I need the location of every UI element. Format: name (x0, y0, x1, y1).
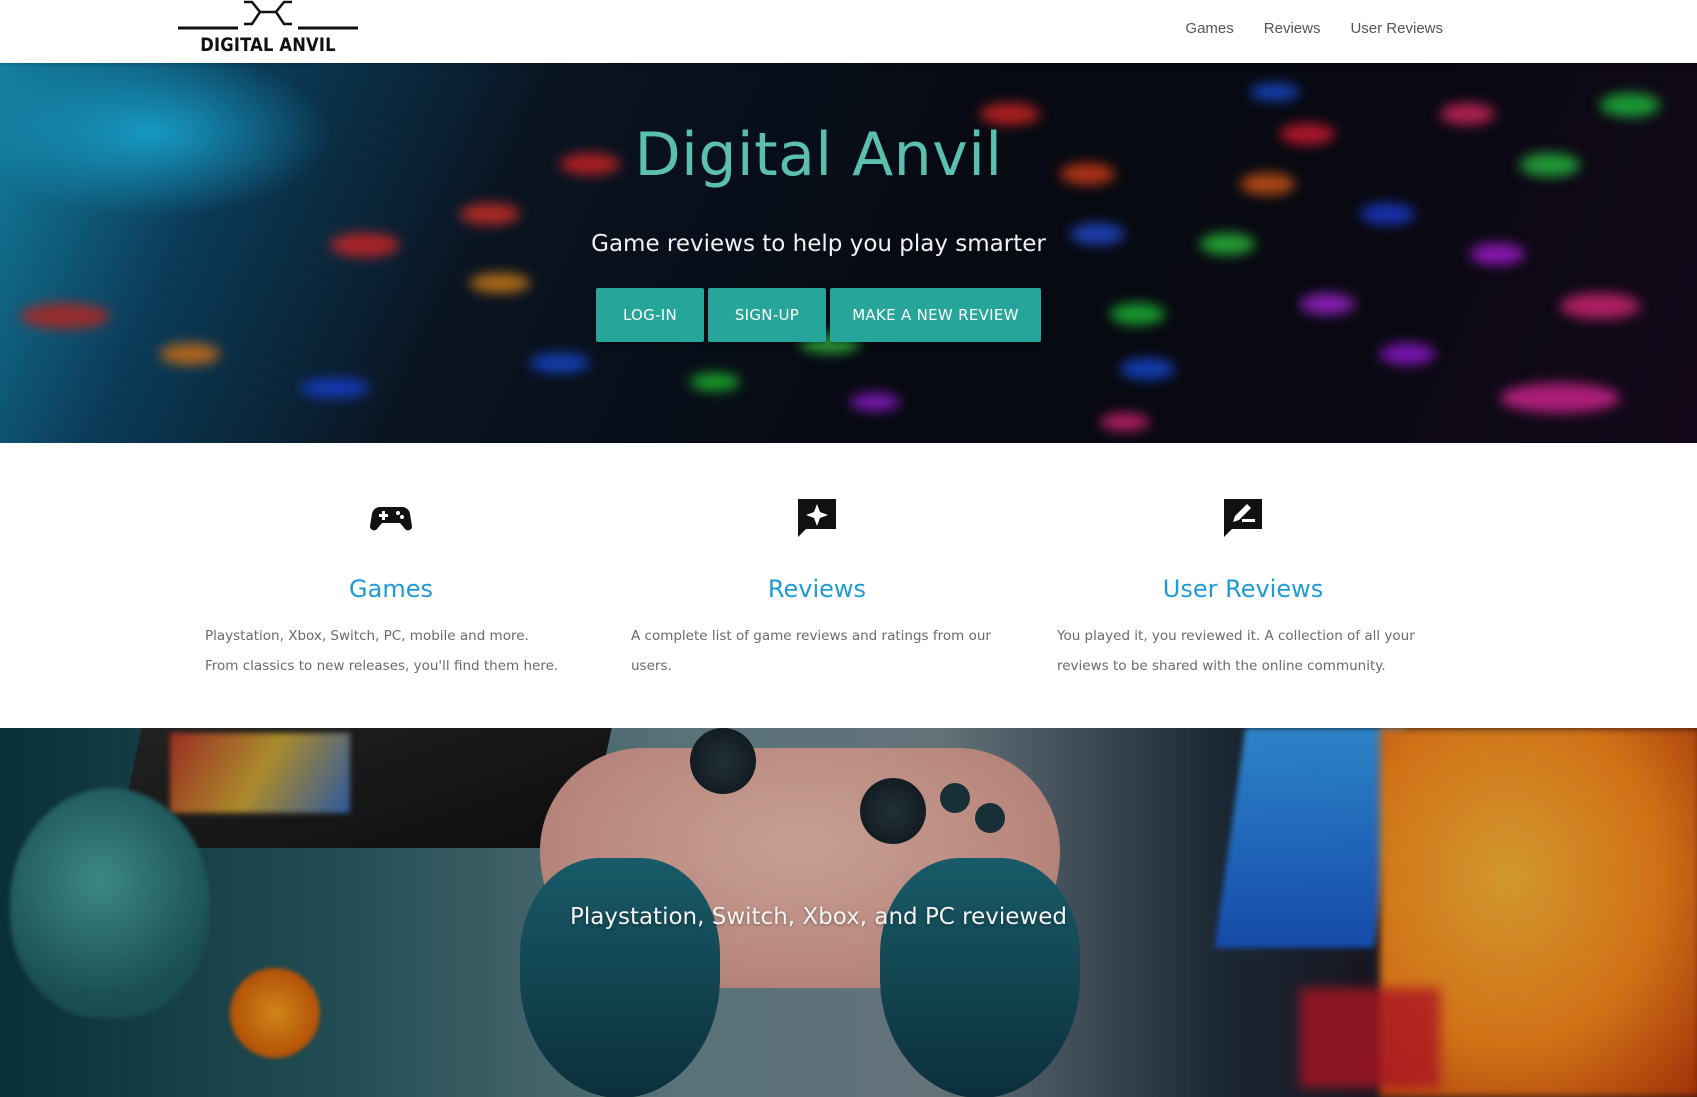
navbar: DIGITAL ANVIL Games Reviews User Reviews (0, 0, 1697, 63)
hero-title: Digital Anvil (634, 120, 1003, 190)
features-section: Games Playstation, Xbox, Switch, PC, mob… (0, 443, 1697, 728)
feature-games: Games Playstation, Xbox, Switch, PC, mob… (178, 443, 604, 728)
hero-subtitle: Game reviews to help you play smarter (591, 231, 1046, 257)
review-star-icon (798, 499, 836, 537)
nav-links: Games Reviews User Reviews (1185, 20, 1443, 37)
signup-button[interactable]: SIGN-UP (708, 288, 826, 342)
feature-title-reviews[interactable]: Reviews (604, 575, 1030, 603)
feature-reviews: Reviews A complete list of game reviews … (604, 443, 1030, 728)
feature-user-reviews: User Reviews You played it, you reviewed… (1030, 443, 1456, 728)
anvil-icon (178, 0, 358, 30)
feature-desc-reviews: A complete list of game reviews and rati… (631, 628, 991, 674)
login-button[interactable]: LOG-IN (596, 288, 704, 342)
feature-title-games[interactable]: Games (178, 575, 604, 603)
parallax-caption: Playstation, Switch, Xbox, and PC review… (570, 904, 1067, 930)
rate-review-icon (1224, 499, 1262, 537)
parallax-section: Playstation, Switch, Xbox, and PC review… (0, 728, 1697, 1097)
brand-logo-link[interactable]: DIGITAL ANVIL (178, 0, 358, 60)
hero-button-group: LOG-IN SIGN-UP MAKE A NEW REVIEW (596, 288, 1041, 342)
nav-link-reviews[interactable]: Reviews (1264, 20, 1321, 37)
feature-desc-games: Playstation, Xbox, Switch, PC, mobile an… (205, 628, 559, 674)
hero-section: Digital Anvil Game reviews to help you p… (0, 63, 1697, 443)
nav-link-games[interactable]: Games (1185, 20, 1233, 37)
feature-title-user-reviews[interactable]: User Reviews (1030, 575, 1456, 603)
new-review-button[interactable]: MAKE A NEW REVIEW (830, 288, 1041, 342)
gamepad-icon (369, 506, 413, 531)
brand-name: DIGITAL ANVIL (200, 34, 336, 56)
feature-desc-user-reviews: You played it, you reviewed it. A collec… (1057, 628, 1415, 674)
nav-link-user-reviews[interactable]: User Reviews (1350, 20, 1443, 37)
